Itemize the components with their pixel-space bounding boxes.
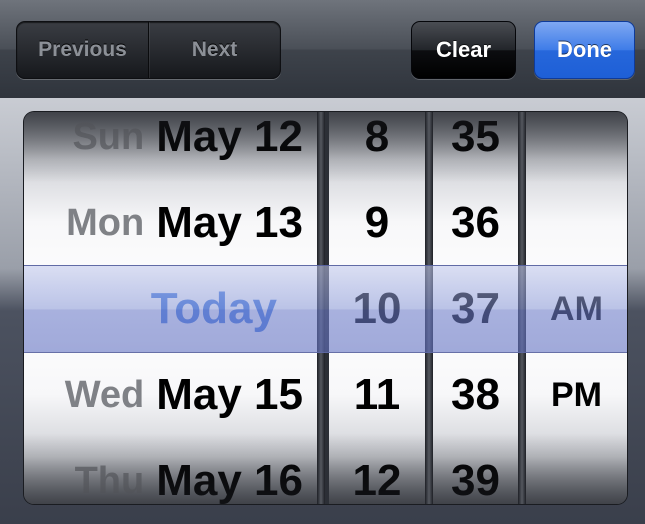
minute-row[interactable]: 36 — [433, 180, 518, 266]
next-button[interactable]: Next — [148, 22, 280, 78]
date-label: May 13 — [156, 198, 303, 247]
weekday-label: Mon — [66, 201, 145, 244]
hour-row[interactable]: 9 — [329, 180, 425, 266]
previous-button[interactable]: Previous — [17, 22, 148, 78]
date-label: May 16 — [156, 456, 303, 504]
minute-row-selected[interactable]: 37 — [433, 266, 518, 352]
clear-button[interactable]: Clear — [411, 21, 516, 79]
date-label-today: Today — [150, 284, 277, 333]
hour-row[interactable]: 8 — [329, 112, 425, 180]
date-row[interactable]: Sun May 12 — [24, 112, 317, 180]
minute-row[interactable]: 38 — [433, 352, 518, 438]
date-label: May 12 — [156, 112, 303, 161]
previous-next-segmented-control: Previous Next — [16, 21, 281, 79]
weekday-label: Sun — [72, 115, 145, 158]
date-time-picker: Sun May 12 Mon May 13 Today Wed May 15 T… — [24, 112, 627, 504]
weekday-label: Thu — [74, 459, 145, 502]
hour-row-selected[interactable]: 10 — [329, 266, 425, 352]
date-row[interactable]: Mon May 13 — [24, 180, 317, 266]
minute-wheel[interactable]: 35 36 37 38 39 — [433, 112, 518, 504]
hour-row[interactable]: 12 — [329, 438, 425, 504]
wheel-divider — [317, 112, 325, 504]
minute-row[interactable]: 35 — [433, 112, 518, 180]
date-row[interactable]: Wed May 15 — [24, 352, 317, 438]
ampm-wheel[interactable]: AM PM — [526, 112, 627, 504]
hour-row[interactable]: 11 — [329, 352, 425, 438]
input-accessory-toolbar: Previous Next Clear Done — [0, 0, 645, 99]
date-row[interactable]: Thu May 16 — [24, 438, 317, 504]
ampm-row-selected[interactable]: AM — [526, 266, 627, 352]
weekday-label: Wed — [64, 373, 145, 416]
date-row-selected[interactable]: Today — [24, 266, 317, 352]
ampm-row[interactable]: PM — [526, 352, 627, 438]
hour-wheel[interactable]: 8 9 10 11 12 — [329, 112, 425, 504]
done-button[interactable]: Done — [534, 21, 635, 79]
wheel-divider — [518, 112, 526, 504]
date-wheel[interactable]: Sun May 12 Mon May 13 Today Wed May 15 T… — [24, 112, 317, 504]
wheel-divider — [425, 112, 433, 504]
minute-row[interactable]: 39 — [433, 438, 518, 504]
date-label: May 15 — [156, 370, 303, 419]
